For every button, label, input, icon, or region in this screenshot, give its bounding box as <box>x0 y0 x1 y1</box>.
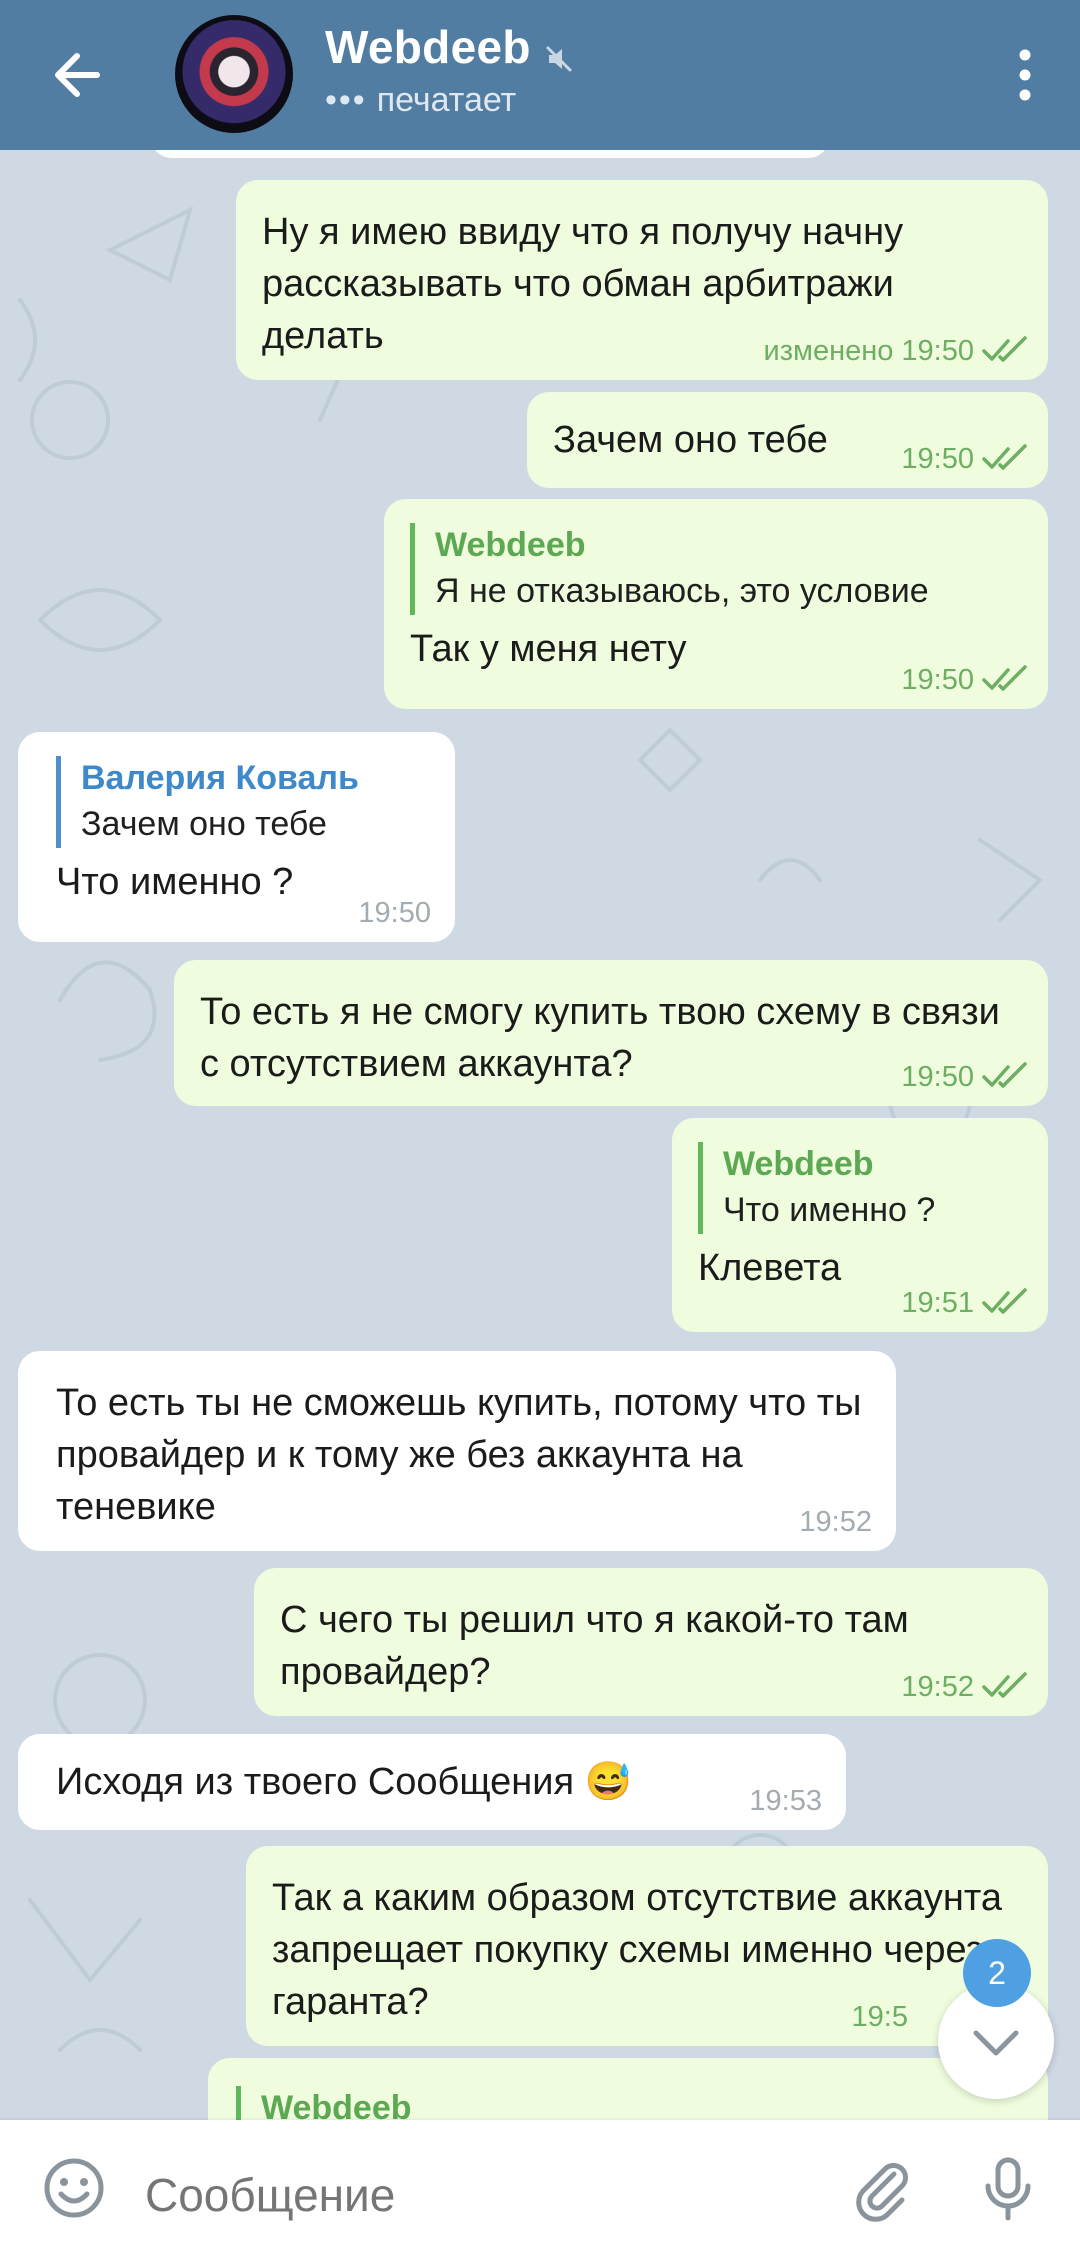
reply-quote[interactable]: Webdeeb Я не отказываюсь, это условие <box>410 523 1018 615</box>
reply-author: Webdeeb <box>435 526 586 564</box>
message-text: То есть я не смогу купить твою схему в с… <box>200 991 1000 1085</box>
reply-author: Webdeeb <box>723 1145 874 1183</box>
message-meta: 19:5 <box>851 2001 908 2033</box>
double-check-icon <box>982 336 1027 362</box>
microphone-icon[interactable] <box>974 2154 1042 2222</box>
message-bubble-outgoing[interactable]: То есть я не смогу купить твою схему в с… <box>174 960 1048 1106</box>
message-time: 19:50 <box>358 897 431 929</box>
message-bubble-outgoing-reply[interactable]: Webdeeb Я не отказываюсь, это условие Та… <box>384 499 1048 709</box>
message-meta: 19:50 <box>901 665 1028 695</box>
unread-count-badge: 2 <box>963 1939 1031 2007</box>
message-meta: 19:52 <box>901 1672 1028 1702</box>
message-bubble-outgoing[interactable]: С чего ты решил что я какой-то там прова… <box>254 1568 1048 1716</box>
double-check-icon <box>982 444 1027 470</box>
double-check-icon <box>982 1288 1027 1314</box>
muted-speaker-icon <box>546 46 572 72</box>
chat-title-area[interactable]: Webdeeb ••• печатает <box>325 20 575 120</box>
chat-header: Webdeeb ••• печатает <box>0 0 1080 150</box>
reply-quote[interactable]: Webdeeb Что именно ? <box>698 1142 1022 1234</box>
reply-author: Валерия Коваль <box>81 759 359 797</box>
more-menu-icon[interactable] <box>1000 45 1050 105</box>
double-check-icon <box>982 665 1027 691</box>
typing-status: ••• печатает <box>325 80 517 119</box>
message-input[interactable] <box>143 2164 787 2226</box>
reply-quote[interactable]: Валерия Коваль Зачем оно тебе <box>56 756 429 848</box>
message-text: Исходя из твоего Сообщения 😅 <box>56 1761 632 1803</box>
attach-paperclip-icon[interactable] <box>848 2154 916 2222</box>
message-bubble-outgoing[interactable]: Так а каким образом отсутствие аккаунта … <box>246 1846 1048 2046</box>
back-arrow-icon[interactable] <box>45 40 115 110</box>
message-bubble-outgoing-reply[interactable]: Webdeeb Что именно ? Клевета 19:51 <box>672 1118 1048 1332</box>
message-bubble-outgoing[interactable]: Ну я имею ввиду что я получу начну расск… <box>236 180 1048 380</box>
chat-title: Webdeeb <box>325 21 531 73</box>
reply-text: Что именно ? <box>723 1191 936 1229</box>
avatar[interactable] <box>175 15 293 133</box>
sweat-smile-emoji: 😅 <box>584 1761 632 1803</box>
message-time: 19:53 <box>749 1785 822 1817</box>
message-meta: 19:50 <box>901 1062 1028 1092</box>
message-meta: 19:50 <box>901 444 1028 474</box>
double-check-icon <box>982 1672 1027 1698</box>
message-text: То есть ты не сможешь купить, потому что… <box>56 1382 862 1528</box>
message-bubble-incoming[interactable]: То есть ты не сможешь купить, потому что… <box>18 1351 896 1551</box>
reply-text: Зачем оно тебе <box>81 805 327 843</box>
reply-text: Я не отказываюсь, это условие <box>435 572 929 610</box>
message-meta: 19:51 <box>901 1288 1028 1318</box>
message-bubble-incoming-reply[interactable]: Валерия Коваль Зачем оно тебе Что именно… <box>18 732 455 942</box>
double-check-icon <box>982 1062 1027 1088</box>
message-meta: изменено 19:50 <box>764 336 1028 366</box>
message-input-bar <box>0 2120 1080 2257</box>
emoji-icon[interactable] <box>40 2154 108 2222</box>
message-time: 19:52 <box>799 1506 872 1538</box>
message-bubble-incoming[interactable]: Исходя из твоего Сообщения 😅 19:53 <box>18 1734 846 1830</box>
message-bubble-outgoing[interactable]: Зачем оно тебе 19:50 <box>527 392 1048 488</box>
